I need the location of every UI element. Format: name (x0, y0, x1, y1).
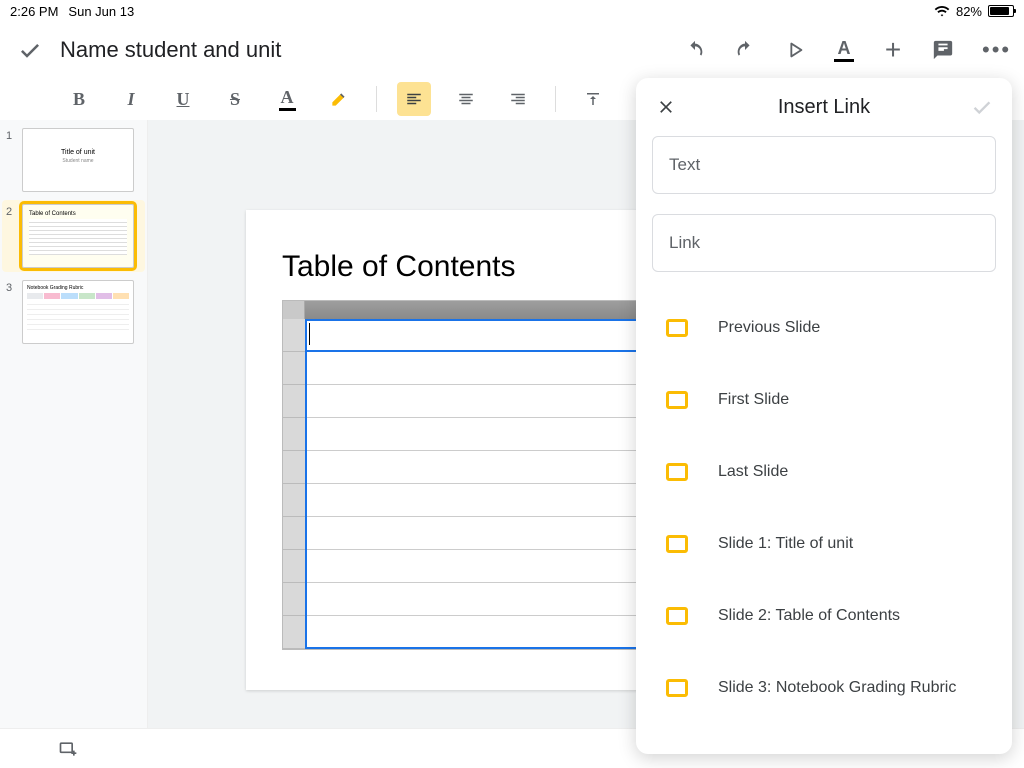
thumbnail-number: 1 (6, 128, 16, 192)
panel-title: Insert Link (680, 96, 968, 119)
battery-icon (988, 5, 1014, 17)
thumbnail-slide-3[interactable]: Notebook Grading Rubric (22, 280, 134, 344)
link-option-slide-2[interactable]: Slide 2: Table of Contents (636, 580, 1012, 652)
thumbnail-title: Table of Contents (29, 211, 133, 217)
row-headers (283, 319, 305, 649)
table-corner[interactable] (283, 301, 305, 319)
valign-top-button[interactable] (576, 82, 610, 116)
insert-link-panel: Insert Link Text Link Previous Slide Fir… (636, 78, 1012, 754)
redo-button[interactable] (734, 39, 756, 61)
align-center-button[interactable] (449, 82, 483, 116)
row-header[interactable] (283, 451, 305, 484)
thumbnail-preview (29, 219, 127, 255)
slide-icon (666, 391, 688, 409)
underline-button[interactable]: U (166, 82, 200, 116)
link-option-previous-slide[interactable]: Previous Slide (636, 292, 1012, 364)
thumbnail-row[interactable]: 1 Title of unit Student name (6, 128, 141, 192)
present-button[interactable] (784, 39, 806, 61)
row-header[interactable] (283, 484, 305, 517)
text-cursor (309, 323, 310, 345)
link-option-label: Previous Slide (718, 319, 820, 337)
document-title[interactable]: Name student and unit (60, 37, 684, 63)
highlight-button[interactable] (322, 82, 356, 116)
thumbnail-slide-2[interactable]: Table of Contents (22, 204, 134, 268)
align-right-button[interactable] (501, 82, 535, 116)
slide-icon (666, 535, 688, 553)
thumbnail-row[interactable]: 3 Notebook Grading Rubric (6, 280, 141, 344)
thumbnail-number: 2 (6, 204, 16, 268)
status-time: 2:26 PM (10, 4, 58, 19)
insert-button[interactable]: + (882, 39, 904, 61)
slide-icon (666, 463, 688, 481)
link-url-input[interactable]: Link (652, 214, 996, 272)
row-header[interactable] (283, 319, 305, 352)
text-color-button[interactable]: A (270, 82, 304, 116)
italic-button[interactable]: I (114, 82, 148, 116)
divider (555, 86, 556, 112)
wifi-icon (934, 5, 950, 17)
undo-button[interactable] (684, 39, 706, 61)
row-header[interactable] (283, 550, 305, 583)
thumbnail-row[interactable]: 2 Table of Contents (2, 200, 145, 272)
row-header[interactable] (283, 616, 305, 649)
placeholder-text: Link (669, 233, 700, 253)
slide-icon (666, 607, 688, 625)
slide-icon (666, 319, 688, 337)
slide-icon (666, 679, 688, 697)
text-format-button[interactable]: A (834, 38, 854, 62)
link-option-label: Last Slide (718, 463, 788, 481)
placeholder-text: Text (669, 155, 700, 175)
thumbnail-slide-1[interactable]: Title of unit Student name (22, 128, 134, 192)
add-slide-button[interactable] (58, 739, 78, 759)
link-text-input[interactable]: Text (652, 136, 996, 194)
bold-button[interactable]: B (62, 82, 96, 116)
thumbnail-title: Title of unit (23, 149, 133, 156)
status-bar: 2:26 PM Sun Jun 13 82% (0, 0, 1024, 22)
link-option-slide-3[interactable]: Slide 3: Notebook Grading Rubric (636, 652, 1012, 724)
thumbnail-title: Notebook Grading Rubric (27, 285, 133, 291)
row-header[interactable] (283, 418, 305, 451)
link-option-label: Slide 1: Title of unit (718, 535, 853, 553)
link-options-list: Previous Slide First Slide Last Slide Sl… (636, 282, 1012, 754)
status-date: Sun Jun 13 (68, 4, 134, 19)
close-button[interactable] (652, 93, 680, 121)
link-option-first-slide[interactable]: First Slide (636, 364, 1012, 436)
link-option-label: Slide 3: Notebook Grading Rubric (718, 679, 956, 697)
confirm-button[interactable] (968, 96, 996, 118)
link-option-label: First Slide (718, 391, 789, 409)
more-button[interactable]: ••• (982, 39, 1004, 61)
comment-button[interactable] (932, 39, 954, 61)
thumbnail-subtitle: Student name (23, 158, 133, 164)
slide-thumbnail-panel: 1 Title of unit Student name 2 Table of … (0, 120, 148, 768)
row-header[interactable] (283, 352, 305, 385)
link-option-last-slide[interactable]: Last Slide (636, 436, 1012, 508)
row-header[interactable] (283, 385, 305, 418)
battery-percent: 82% (956, 4, 982, 19)
row-header[interactable] (283, 583, 305, 616)
row-header[interactable] (283, 517, 305, 550)
strikethrough-button[interactable]: S (218, 82, 252, 116)
divider (376, 86, 377, 112)
link-option-slide-1[interactable]: Slide 1: Title of unit (636, 508, 1012, 580)
thumbnail-number: 3 (6, 280, 16, 344)
title-bar: Name student and unit A + ••• (0, 22, 1024, 78)
align-left-button[interactable] (397, 82, 431, 116)
link-option-label: Slide 2: Table of Contents (718, 607, 900, 625)
thumbnail-preview (27, 300, 129, 334)
done-button[interactable] (10, 38, 50, 62)
thumbnail-preview (27, 293, 129, 299)
